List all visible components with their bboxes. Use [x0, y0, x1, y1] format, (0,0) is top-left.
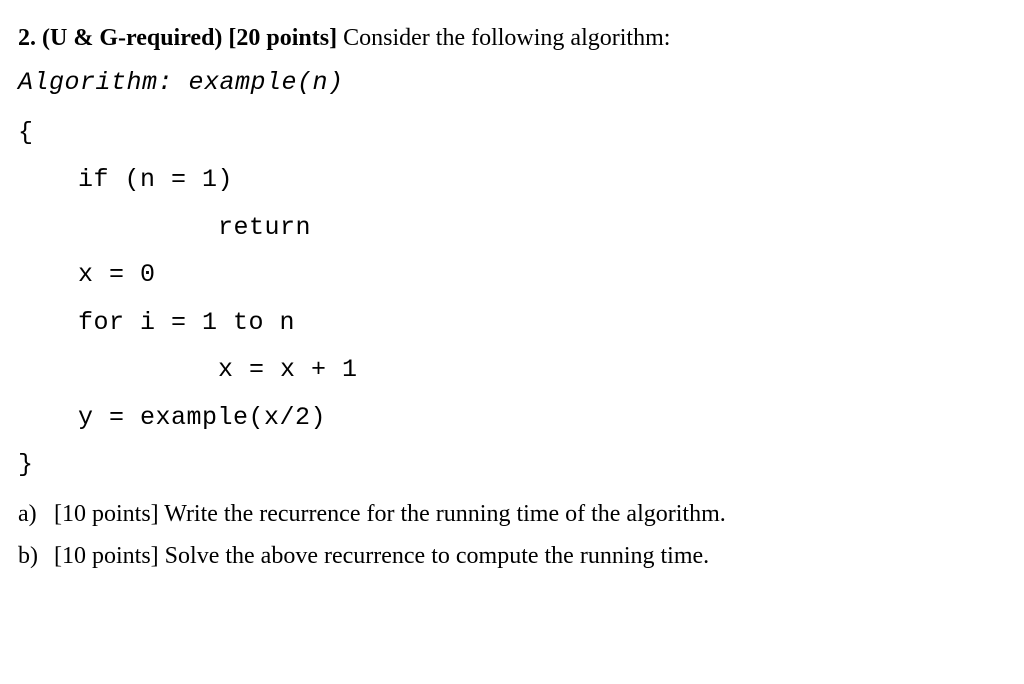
sub-question-a: a) [10 points] Write the recurrence for …	[18, 496, 1006, 532]
brace-open: {	[18, 114, 1006, 152]
sub-label: a)	[18, 496, 54, 532]
code-line: if (n = 1)	[18, 161, 1006, 199]
brace-close: }	[18, 446, 1006, 484]
question-points: [20 points]	[228, 25, 337, 51]
code-line: for i = 1 to n	[18, 304, 1006, 342]
question-tag: (U & G-required)	[42, 25, 222, 51]
sub-text: Write the recurrence for the running tim…	[164, 501, 725, 527]
algorithm-block: { if (n = 1) return x = 0 for i = 1 to n…	[18, 114, 1006, 484]
sub-label: b)	[18, 538, 54, 574]
sub-text: Solve the above recurrence to compute th…	[165, 543, 709, 569]
sub-points: [10 points]	[54, 501, 159, 527]
code-line: x = 0	[18, 256, 1006, 294]
code-line: y = example(x/2)	[18, 399, 1006, 437]
question-number: 2.	[18, 25, 36, 51]
code-line: return	[18, 209, 1006, 247]
question-prompt: Consider the following algorithm:	[343, 25, 670, 51]
code-line: x = x + 1	[18, 351, 1006, 389]
sub-points: [10 points]	[54, 543, 159, 569]
algorithm-title: Algorithm: example(n)	[18, 64, 1006, 102]
sub-question-b: b) [10 points] Solve the above recurrenc…	[18, 538, 1006, 574]
question-header: 2. (U & G-required) [20 points] Consider…	[18, 20, 1006, 56]
